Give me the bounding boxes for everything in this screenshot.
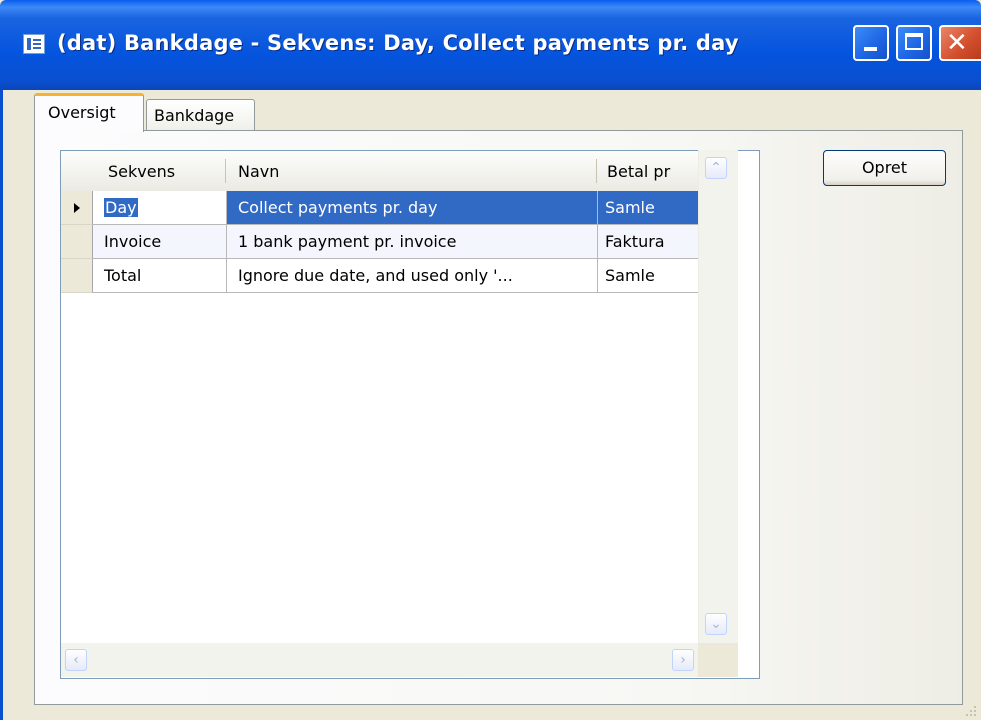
cell-navn[interactable]: 1 bank payment pr. invoice (227, 225, 598, 259)
window-title: (dat) Bankdage - Sekvens: Day, Collect p… (57, 31, 739, 55)
chevron-up-icon: ⌃ (710, 160, 722, 176)
table-row[interactable]: Day Collect payments pr. day Samle (61, 191, 721, 225)
form-icon (23, 34, 45, 54)
horizontal-scrollbar[interactable]: ‹ › (61, 643, 698, 677)
minimize-icon (864, 47, 877, 51)
close-button[interactable]: ✕ (939, 25, 981, 61)
cell-sekvens-text: Day (104, 198, 138, 217)
scroll-left-button[interactable]: ‹ (65, 649, 87, 671)
cell-navn[interactable]: Collect payments pr. day (227, 191, 598, 225)
row-selector[interactable] (61, 191, 93, 225)
row-selector[interactable] (61, 259, 93, 293)
column-divider[interactable] (225, 159, 226, 183)
column-header-sekvens[interactable]: Sekvens (108, 151, 175, 191)
cell-sekvens[interactable]: Invoice (93, 225, 227, 259)
scroll-up-button[interactable]: ⌃ (705, 157, 727, 179)
vertical-scrollbar[interactable]: ⌃ ⌄ (698, 150, 738, 643)
chevron-left-icon: ‹ (73, 652, 79, 668)
chevron-right-icon: › (680, 652, 686, 668)
column-header-navn[interactable]: Navn (238, 151, 279, 191)
table-row[interactable]: Invoice 1 bank payment pr. invoice Faktu… (61, 225, 721, 259)
table-header: Sekvens Navn Betal pr (61, 151, 721, 192)
tab-oversigt[interactable]: Oversigt (34, 93, 144, 132)
scroll-down-button[interactable]: ⌄ (705, 613, 727, 635)
maximize-button[interactable] (896, 25, 932, 61)
cell-sekvens[interactable]: Total (93, 259, 227, 293)
current-row-arrow-icon (74, 203, 80, 213)
scrollbar-corner (698, 643, 738, 677)
cell-navn[interactable]: Ignore due date, and used only '... (227, 259, 598, 293)
maximize-icon (905, 33, 923, 50)
row-selector[interactable] (61, 225, 93, 259)
minimize-button[interactable] (853, 25, 889, 61)
create-button[interactable]: Opret (823, 150, 946, 186)
tab-label: Oversigt (48, 103, 116, 122)
resize-grip-icon[interactable] (965, 704, 977, 716)
column-divider[interactable] (596, 159, 597, 183)
sequence-table[interactable]: Sekvens Navn Betal pr Day Collect paymen… (60, 150, 760, 679)
column-header-betal-pr[interactable]: Betal pr (607, 151, 670, 191)
tab-bankdage[interactable]: Bankdage (146, 99, 255, 130)
chevron-down-icon: ⌄ (710, 616, 722, 632)
close-icon: ✕ (946, 28, 968, 58)
cell-sekvens[interactable]: Day (93, 191, 227, 225)
table-row[interactable]: Total Ignore due date, and used only '..… (61, 259, 721, 293)
scroll-right-button[interactable]: › (672, 649, 694, 671)
title-bar[interactable]: (dat) Bankdage - Sekvens: Day, Collect p… (0, 0, 981, 90)
tab-label: Bankdage (154, 106, 235, 125)
